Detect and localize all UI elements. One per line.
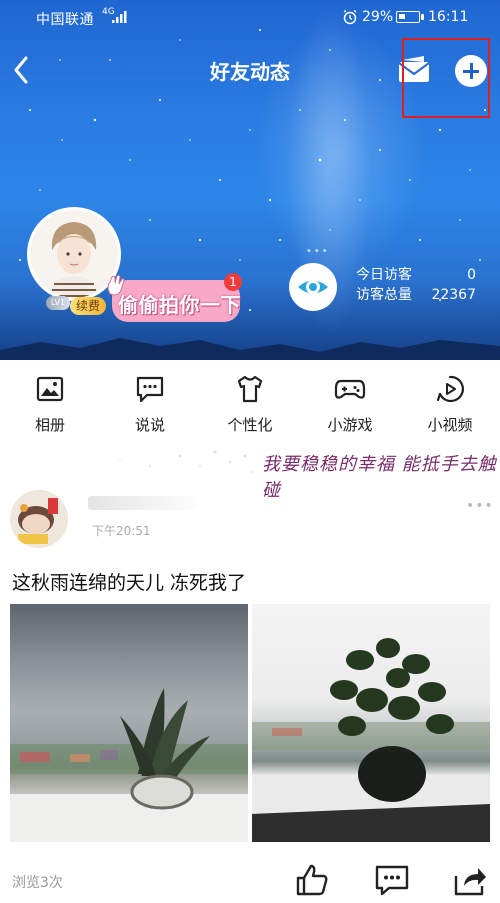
quick-action-label: 小视频 [427,416,473,434]
share-button[interactable] [452,862,488,898]
poke-label[interactable]: 偷偷拍你一下 [118,289,241,318]
clock: 16:11 [428,9,469,25]
renew-vip-badge[interactable]: 续费 [70,297,107,315]
quick-actions-bar: 相册 说说 个性化 小游戏 小视频 [0,360,500,442]
chat-bubble-icon [136,376,164,403]
visitors-today-count: 0 [467,267,476,283]
quick-action-personalize[interactable]: 个性化 [210,374,290,435]
dots-decoration: ••• [306,246,330,257]
quick-action-label: 相册 [34,416,65,434]
avatar-illustration [10,490,68,548]
status-bar: 中国联通 4G 29% 16:11 [0,0,500,36]
back-button[interactable] [8,52,36,88]
post-text: 这秋雨连绵的天儿 冻死我了 [12,572,247,594]
tshirt-icon [237,375,263,403]
quick-action-label: 小游戏 [327,416,373,434]
chevron-left-icon [14,56,28,84]
visitor-stats[interactable]: 今日访客 0 访客总量 22367 [356,265,476,305]
visitors-total-label: 访客总量 [356,287,412,303]
quick-action-games[interactable]: 小游戏 [310,374,390,435]
view-count: 浏览3次 [12,875,63,891]
signal-icon [112,11,127,23]
post-photo-2[interactable] [252,604,490,842]
post-time: 下午20:51 [92,524,151,538]
alarm-icon [343,9,357,25]
quick-action-shuoshuo[interactable]: 说说 [110,374,190,435]
level-badge: LV1 [46,296,70,310]
mountain-silhouette [0,338,500,360]
post-author-avatar[interactable] [10,490,68,548]
visitors-button[interactable] [289,263,337,311]
annotation-highlight-box [402,38,490,118]
photo-album-icon [36,376,64,402]
quick-action-label: 个性化 [227,416,273,434]
battery-tip [421,14,424,20]
visitors-today-label: 今日访客 [356,267,412,283]
post-photo-1[interactable] [10,604,248,842]
header-background: 中国联通 4G 29% 16:11 好友动态 LV1 续费 偷偷拍你一下 1 •… [0,0,500,360]
post-author-name[interactable] [88,496,198,510]
more-options-icon[interactable]: ••• [466,498,494,514]
visitors-total-count: 22367 [431,287,476,303]
battery-percent: 29% [362,9,394,25]
gamepad-icon [334,379,366,399]
battery-icon [396,11,420,23]
like-button[interactable] [294,862,330,898]
quick-action-label: 说说 [134,416,165,434]
play-circle-icon [436,375,464,403]
page-title: 好友动态 [210,60,290,84]
share-icon [454,868,486,896]
carrier-label: 中国联通 [36,12,94,28]
quick-action-videos[interactable]: 小视频 [410,374,490,435]
poke-count-badge: 1 [224,273,242,291]
comment-button[interactable] [374,862,410,898]
eye-icon [298,280,328,294]
banner-text: 我要稳稳的幸福 能抵手去触碰 [262,454,497,501]
quick-action-album[interactable]: 相册 [10,374,90,435]
plant-window-photo [252,638,490,842]
plant-window-photo [10,688,248,842]
post-footer: 浏览3次 [0,858,500,903]
comment-icon [375,865,409,896]
like-icon [296,864,328,896]
